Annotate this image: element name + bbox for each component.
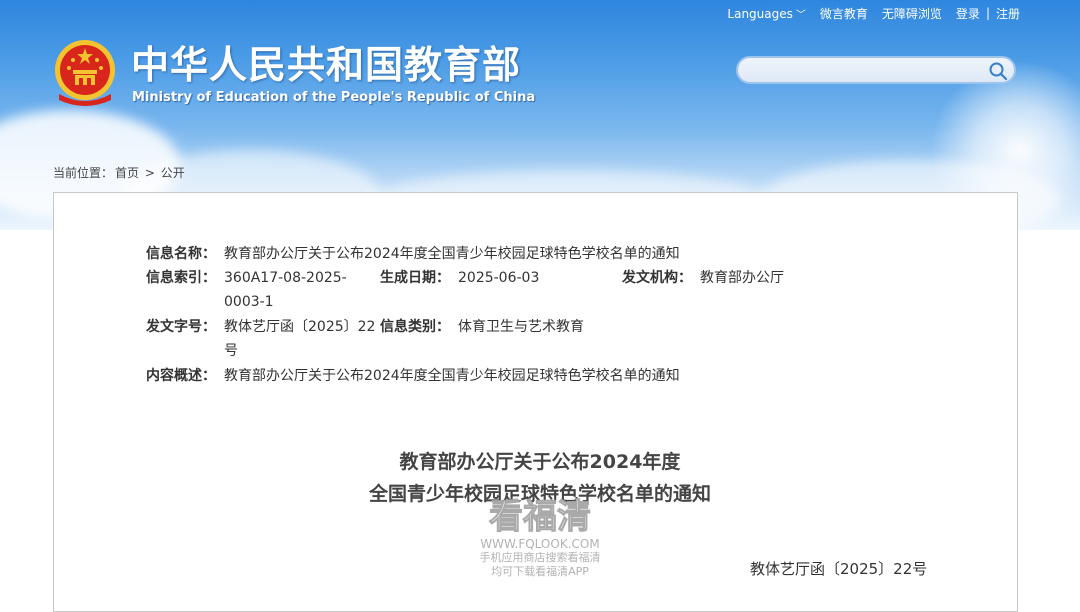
- category-value: 体育卫生与艺术教育: [458, 319, 584, 335]
- watermark-url: WWW.FQLOOK.COM: [480, 537, 600, 551]
- chevron-down-icon: ﹀: [795, 9, 806, 21]
- top-navigation: Languages ﹀ 微言教育 无障碍浏览 登录 | 注册: [727, 4, 1020, 22]
- info-index-value-line2: 0003-1: [224, 294, 274, 310]
- register-link[interactable]: 注册: [996, 5, 1020, 22]
- login-link[interactable]: 登录: [956, 5, 980, 22]
- org-value: 教育部办公厅: [700, 270, 784, 286]
- watermark-line2: 均可下载看福清APP: [491, 565, 589, 578]
- info-name-label: 信息名称：: [146, 246, 216, 262]
- watermark: 看福清 WWW.FQLOOK.COM 手机应用商店搜索看福清 均可下载看福清AP…: [470, 497, 610, 579]
- search-input[interactable]: [750, 61, 984, 81]
- org-label: 发文机构：: [622, 270, 692, 286]
- languages-label: Languages: [727, 6, 793, 21]
- site-title[interactable]: 中华人民共和国教育部: [131, 42, 521, 88]
- document-number: 教体艺厅函〔2025〕22号: [750, 560, 928, 578]
- summary-value: 教育部办公厅关于公布2024年度全国青少年校园足球特色学校名单的通知: [224, 368, 680, 384]
- languages-menu[interactable]: Languages ﹀: [727, 6, 805, 21]
- info-index-value-line1: 360A17-08-2025-: [224, 270, 347, 286]
- watermark-line1: 手机应用商店搜索看福清: [479, 551, 601, 564]
- breadcrumb: 当前位置： 首页 > 公开: [53, 164, 187, 181]
- date-value: 2025-06-03: [458, 270, 540, 286]
- docno-value: 教体艺厅函〔2025〕22 号: [224, 315, 375, 363]
- info-name-value: 教育部办公厅关于公布2024年度全国青少年校园足球特色学校名单的通知: [224, 246, 680, 262]
- docno-value-line2: 号: [224, 343, 238, 359]
- breadcrumb-prefix: 当前位置：: [53, 166, 114, 180]
- national-emblem-icon[interactable]: [53, 38, 117, 106]
- breadcrumb-current[interactable]: 公开: [161, 166, 185, 180]
- docno-value-line1: 教体艺厅函〔2025〕22: [224, 319, 376, 335]
- search-icon[interactable]: [988, 61, 1008, 81]
- info-index-value: 360A17-08-2025- 0003-1: [224, 266, 347, 314]
- accessibility-link[interactable]: 无障碍浏览: [882, 5, 942, 22]
- summary-label: 内容概述：: [146, 368, 216, 384]
- site-subtitle: Ministry of Education of the People's Re…: [132, 90, 536, 105]
- login-register-separator: |: [985, 6, 990, 20]
- breadcrumb-separator: >: [144, 166, 155, 180]
- info-index-label: 信息索引：: [146, 270, 216, 286]
- date-label: 生成日期：: [380, 270, 450, 286]
- category-label: 信息类别：: [380, 319, 450, 335]
- docno-label: 发文字号：: [146, 319, 216, 335]
- watermark-logo-text: 看福清: [489, 497, 592, 538]
- search-box[interactable]: [736, 56, 1016, 84]
- weixin-link[interactable]: 微言教育: [820, 5, 868, 22]
- breadcrumb-home[interactable]: 首页: [115, 166, 139, 180]
- document-title-line1: 教育部办公厅关于公布2024年度: [399, 451, 681, 473]
